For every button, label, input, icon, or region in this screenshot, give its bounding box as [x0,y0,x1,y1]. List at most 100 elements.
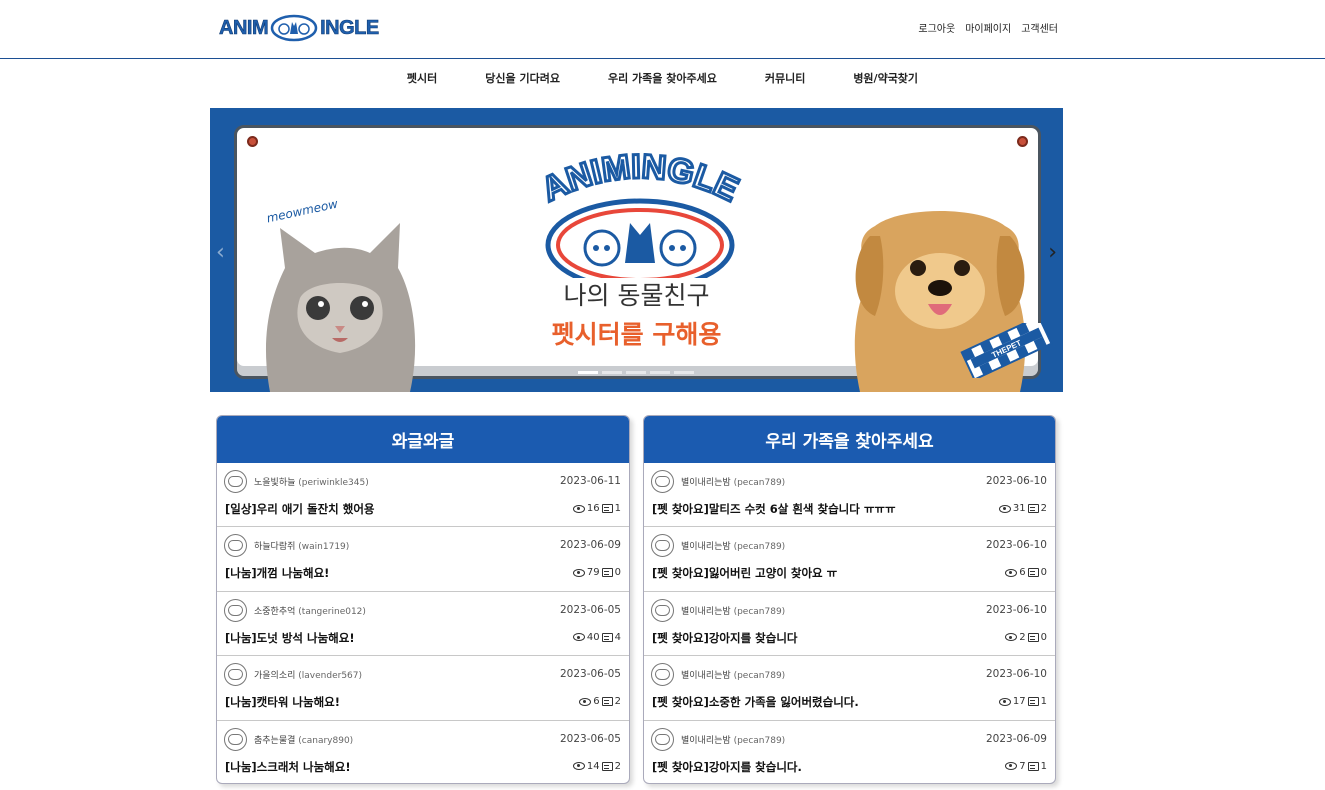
pagination-dot[interactable] [602,371,622,374]
comment-icon [1027,504,1039,513]
view-count: 40 [586,631,600,643]
find-family-panel: 우리 가족을 찾아주세요 별이내리는밤 (pecan789) 2023-06-1… [643,415,1056,784]
view-count: 31 [1012,503,1026,514]
view-count: 17 [1012,696,1026,708]
avatar [651,534,674,558]
comment-count: 0 [1040,631,1047,643]
post-title[interactable]: [펫 찾아요]잃어버린 고양이 찾아요 ㅠ [652,565,837,581]
comment-count: 0 [1040,567,1047,579]
site-header: ANIM INGLE 로그아웃 마이페이지 고객센터 [0,0,1325,59]
panel-title[interactable]: 우리 가족을 찾아주세요 [644,416,1055,463]
post-stats: 17 1 [998,696,1047,708]
site-logo[interactable]: ANIM INGLE [219,12,380,44]
post-title[interactable]: [펫 찾아요]강아지를 찾습니다. [652,759,802,775]
list-item[interactable]: 별이내리는밤 (pecan789) 2023-06-10 [펫 찾아요]말티즈 … [644,463,1055,528]
panel-title[interactable]: 와글와글 [217,416,629,463]
avatar [651,598,674,622]
post-stats: 79 0 [572,567,621,579]
post-title[interactable]: [펫 찾아요]말티즈 수컷 6살 흰색 찾습니다 ㅠㅠㅠ [652,501,896,517]
comment-icon [1027,697,1039,707]
author-nickname: 춤추는물결 [254,735,296,746]
nav-item-hospital[interactable]: 병원/약국찾기 [853,70,918,86]
list-item[interactable]: 별이내리는밤 (pecan789) 2023-06-10 [펫 찾아요]강아지를… [644,592,1055,657]
pagination-dot[interactable] [626,371,646,374]
avatar [224,470,247,493]
hero-banner[interactable]: meowmeow ANIMINGLE 나의 동물친구 펫시터를 구해용 THEP… [210,108,1063,392]
comment-count: 1 [1040,760,1047,772]
avatar [224,663,247,687]
list-item[interactable]: 별이내리는밤 (pecan789) 2023-06-10 [펫 찾아요]소중한 … [644,656,1055,721]
banner-next-icon[interactable]: › [1048,240,1057,265]
post-author: 가을의소리 (lavender567) [254,668,362,681]
mypage-link[interactable]: 마이페이지 [965,20,1011,35]
pagination-dot[interactable] [578,371,598,374]
avatar [224,727,247,751]
post-date: 2023-06-10 [985,668,1047,681]
list-item[interactable]: 별이내리는밤 (pecan789) 2023-06-09 [펫 찾아요]강아지를… [644,721,1055,783]
comment-count: 2 [614,696,621,708]
author-id: (canary890) [298,735,354,746]
comment-icon [601,568,613,578]
avatar [224,598,247,622]
avatar [651,470,674,493]
author-nickname: 별이내리는밤 [681,606,731,617]
view-count: 6 [1019,567,1026,579]
comment-count: 2 [614,760,621,772]
post-title[interactable]: [펫 찾아요]강아지를 찾습니다 [652,630,797,646]
logout-link[interactable]: 로그아웃 [918,20,955,35]
author-id: (pecan789) [733,671,786,682]
post-stats: 16 1 [572,503,621,514]
post-date: 2023-06-10 [985,475,1047,487]
post-title[interactable]: [일상]우리 애기 돌잔치 했어용 [225,501,374,517]
customer-center-link[interactable]: 고객센터 [1021,20,1058,35]
eye-icon [1005,568,1018,577]
banner-prev-icon[interactable]: ‹ [216,240,225,265]
post-author: 별이내리는밤 (pecan789) [681,475,785,488]
post-title[interactable]: [나눔]도넛 방석 나눔해요! [225,630,355,646]
nav-item-community[interactable]: 커뮤니티 [765,70,805,86]
nav-item-find-family[interactable]: 우리 가족을 찾아주세요 [608,70,717,86]
avatar [651,727,674,751]
author-id: (periwinkle345) [298,478,369,488]
post-date: 2023-06-09 [559,539,621,552]
nav-item-petsitter[interactable]: 펫시터 [407,70,437,86]
eye-icon [572,568,585,577]
author-nickname: 노을빛하늘 [254,478,296,488]
eye-icon [579,697,592,706]
eye-icon [572,633,585,642]
post-author: 소중한추억 (tangerine012) [254,604,366,617]
post-author: 별이내리는밤 (pecan789) [681,733,785,746]
post-date: 2023-06-10 [985,603,1047,616]
list-item[interactable]: 춤추는물결 (canary890) 2023-06-05 [나눔]스크래처 나눔… [217,721,629,783]
view-count: 16 [586,503,600,514]
list-item[interactable]: 하늘다람쥐 (wain1719) 2023-06-09 [나눔]개껌 나눔해요!… [217,527,629,592]
comment-icon [601,761,613,771]
comment-count: 4 [614,631,621,643]
post-stats: 6 2 [579,696,621,707]
comment-icon [601,697,613,707]
view-count: 79 [586,567,600,579]
comment-icon [1027,632,1039,642]
pagination-dot[interactable] [674,371,694,374]
list-item[interactable]: 노을빛하늘 (periwinkle345) 2023-06-11 [일상]우리 … [217,463,629,528]
post-title[interactable]: [나눔]스크래처 나눔해요! [225,759,351,775]
post-date: 2023-06-10 [985,539,1047,552]
post-title[interactable]: [나눔]개껌 나눔해요! [225,565,329,581]
post-title[interactable]: [펫 찾아요]소중한 가족을 잃어버렸습니다. [652,694,859,710]
author-nickname: 하늘다람쥐 [254,542,296,553]
comment-count: 1 [614,503,621,514]
eye-icon [998,697,1011,706]
post-author: 별이내리는밤 (pecan789) [681,604,785,617]
banner-pagination [578,371,694,374]
list-item[interactable]: 가을의소리 (lavender567) 2023-06-05 [나눔]캣타워 나… [217,656,629,721]
author-nickname: 가을의소리 [254,671,296,682]
list-item[interactable]: 소중한추억 (tangerine012) 2023-06-05 [나눔]도넛 방… [217,592,629,657]
post-title[interactable]: [나눔]캣타워 나눔해요! [225,694,340,710]
post-date: 2023-06-09 [985,732,1047,745]
eye-icon [1005,762,1018,771]
nav-item-waiting[interactable]: 당신을 기다려요 [485,70,560,86]
view-count: 14 [586,760,600,772]
pin-icon [247,136,258,147]
pagination-dot[interactable] [650,371,670,374]
list-item[interactable]: 별이내리는밤 (pecan789) 2023-06-10 [펫 찾아요]잃어버린… [644,527,1055,592]
